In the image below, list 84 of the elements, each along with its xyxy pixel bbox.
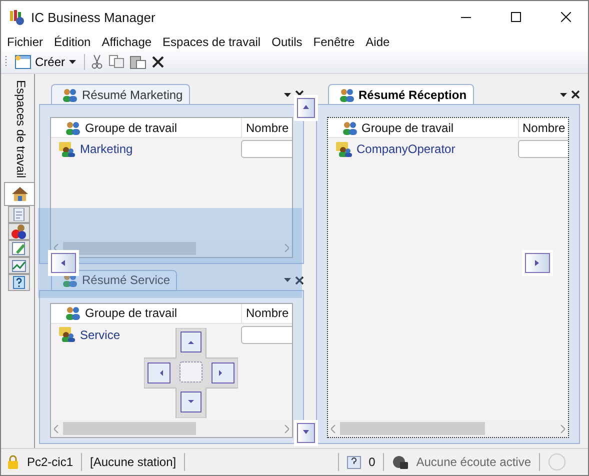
help-icon: [13, 276, 25, 290]
workgroup-cell[interactable]: Marketing: [51, 142, 241, 156]
column-header[interactable]: Groupe de travail: [328, 118, 518, 137]
menu-item[interactable]: Fichier: [7, 34, 44, 48]
queue-count: 0: [368, 455, 376, 469]
scroll-left-icon: [54, 424, 59, 432]
workspace-icon-tab[interactable]: [8, 240, 30, 258]
paste-icon: [130, 54, 146, 68]
dock-top-button[interactable]: [297, 98, 315, 118]
column-header[interactable]: Groupe de travail: [51, 304, 241, 323]
window-title: IC Business Manager: [31, 10, 156, 24]
dock-bottom-button[interactable]: [297, 423, 315, 443]
left-arrow-icon: [60, 260, 66, 266]
station-status: [Aucune station]: [90, 455, 176, 469]
people-icon: [65, 120, 81, 134]
dock-left-button[interactable]: [51, 253, 76, 273]
menu-item[interactable]: Outils: [272, 34, 302, 48]
document-icon: [13, 208, 25, 222]
workspace-icon-tab[interactable]: [8, 223, 30, 240]
workspace-icon-tab[interactable]: [8, 257, 30, 274]
delete-icon: [152, 56, 164, 68]
close-icon: [561, 12, 571, 22]
people-icon: [338, 88, 354, 102]
panel-tab[interactable]: Résumé Marketing: [51, 84, 190, 104]
workgroup-icon: [59, 327, 75, 342]
maximize-icon: [511, 12, 521, 22]
scroll-right-icon: [560, 424, 565, 432]
dock-right-button[interactable]: [525, 253, 550, 273]
house-icon: [10, 186, 28, 202]
panel-tab[interactable]: Résumé Réception: [328, 84, 474, 104]
workspaces-tab[interactable]: Espaces de travail: [6, 78, 34, 182]
horizontal-scrollbar[interactable]: [51, 420, 292, 437]
workgroup-icon: [336, 142, 352, 156]
menu-item[interactable]: Affichage: [102, 34, 152, 48]
menu-item[interactable]: Aide: [366, 34, 390, 48]
down-arrow-icon: [303, 430, 309, 436]
cut-icon: [91, 54, 104, 68]
headset-icon: [392, 455, 408, 469]
workgroup-cell[interactable]: Service: [51, 327, 241, 342]
copy-icon: [109, 55, 124, 68]
minimize-icon: [461, 16, 471, 18]
scroll-right-icon: [284, 244, 288, 252]
user-name: Pc2-cic1: [27, 455, 74, 469]
column-header[interactable]: Nombre: [241, 304, 292, 323]
up-arrow-icon: [303, 105, 309, 111]
workspace-icon-tab[interactable]: [8, 274, 30, 292]
caret-icon: [69, 60, 76, 64]
count-field: [241, 326, 292, 344]
lock-icon: [7, 455, 19, 469]
right-arrow-icon: [534, 260, 540, 266]
chart-icon: [12, 260, 26, 272]
status-circle-icon: [548, 453, 566, 471]
menu-item[interactable]: Espaces de travail: [162, 34, 261, 48]
queue-icon: [346, 456, 361, 468]
panel-tab[interactable]: Résumé Service: [51, 270, 178, 290]
workgroup-icon: [59, 142, 75, 156]
panel-menu-icon: [284, 278, 290, 282]
horizontal-scrollbar[interactable]: [328, 420, 568, 437]
people-icon: [342, 120, 358, 134]
people-icon: [62, 88, 78, 102]
menu-item[interactable]: Édition: [54, 34, 91, 48]
listen-status: Aucune écoute active: [416, 455, 531, 469]
panel-menu-icon: [560, 92, 567, 96]
workspace-icon-tab[interactable]: [4, 182, 34, 206]
menu-item[interactable]: Fenêtre: [313, 34, 355, 48]
create-button[interactable]: Créer: [13, 54, 78, 68]
count-field: [518, 140, 568, 158]
people-icon: [11, 224, 27, 240]
dock-guide-drawing[interactable]: [144, 328, 238, 418]
people-icon: [65, 306, 81, 320]
workgroup-cell[interactable]: CompanyOperator: [328, 142, 518, 156]
horizontal-scrollbar[interactable]: [51, 240, 292, 257]
close-icon: [294, 276, 304, 285]
close-icon: [571, 90, 580, 99]
app-icon: [9, 9, 25, 25]
column-header[interactable]: Nombre: [241, 118, 292, 137]
count-field: [241, 140, 292, 158]
column-header[interactable]: Nombre: [518, 118, 568, 137]
column-header[interactable]: Groupe de travail: [51, 118, 241, 137]
edit-icon: [12, 242, 26, 256]
scroll-left-icon: [330, 424, 336, 432]
scroll-right-icon: [284, 424, 288, 432]
new-window-icon: [15, 54, 31, 68]
panel-menu-icon: [284, 92, 290, 96]
